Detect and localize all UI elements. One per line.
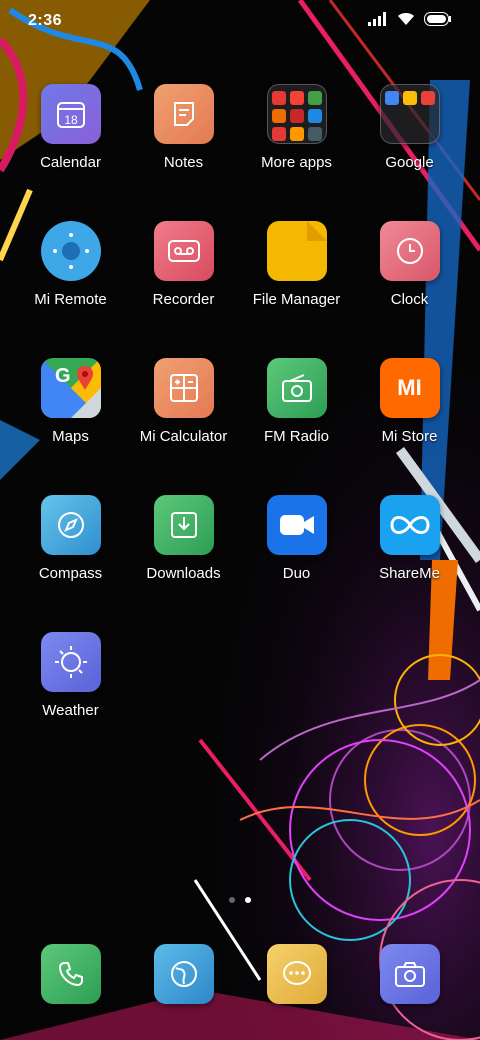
folder-more-apps[interactable]: More apps — [240, 84, 353, 171]
remote-icon — [40, 221, 101, 281]
mi-store-icon: MI — [379, 358, 440, 418]
dock-messages[interactable] — [240, 944, 353, 1004]
weather-icon — [40, 632, 101, 692]
status-time: 2:36 — [28, 12, 63, 29]
page-dot-active[interactable] — [245, 897, 251, 903]
app-label: Recorder — [152, 291, 215, 308]
duo-icon — [266, 495, 327, 555]
app-weather[interactable]: Weather — [14, 632, 127, 719]
app-mi-calculator[interactable]: Mi Calculator — [127, 358, 240, 445]
wifi-icon — [396, 12, 416, 31]
camera-icon — [379, 944, 440, 1004]
app-label: Mi Remote — [34, 291, 107, 308]
app-label: Weather — [42, 702, 99, 719]
app-file-manager[interactable]: File Manager — [240, 221, 353, 308]
app-label: Calendar — [40, 154, 101, 171]
dock-phone[interactable] — [14, 944, 127, 1004]
app-label: Mi Calculator — [139, 428, 228, 445]
dock-camera[interactable] — [353, 944, 466, 1004]
app-label: Mi Store — [381, 428, 438, 445]
app-notes[interactable]: Notes — [127, 84, 240, 171]
signal-icon — [368, 12, 388, 31]
app-label: FM Radio — [263, 428, 330, 445]
downloads-icon — [153, 495, 214, 555]
radio-icon — [266, 358, 327, 418]
app-label: ShareMe — [379, 565, 440, 582]
app-label: Duo — [282, 565, 311, 582]
app-label: Compass — [38, 565, 103, 582]
app-calendar[interactable]: 18 Calendar — [14, 84, 127, 171]
dock-browser[interactable] — [127, 944, 240, 1004]
status-bar: 2:36 — [0, 0, 480, 44]
app-label: Google — [385, 154, 434, 171]
messages-icon — [266, 944, 327, 1004]
clock-icon — [379, 221, 440, 281]
app-label: Maps — [52, 428, 89, 445]
app-shareme[interactable]: ShareMe — [353, 495, 466, 582]
app-compass[interactable]: Compass — [14, 495, 127, 582]
app-clock[interactable]: Clock — [353, 221, 466, 308]
app-recorder[interactable]: Recorder — [127, 221, 240, 308]
battery-icon — [424, 12, 452, 31]
app-mi-remote[interactable]: Mi Remote — [14, 221, 127, 308]
app-label: Clock — [390, 291, 429, 308]
folder-google[interactable]: Google — [353, 84, 466, 171]
app-mi-store[interactable]: MI Mi Store — [353, 358, 466, 445]
calendar-icon: 18 — [40, 84, 101, 144]
app-maps[interactable]: G Maps — [14, 358, 127, 445]
calculator-icon — [153, 358, 214, 418]
app-label: Notes — [163, 154, 204, 171]
mi-logo-text: MI — [397, 375, 422, 400]
calendar-day: 18 — [64, 113, 78, 127]
notes-icon — [153, 84, 214, 144]
app-duo[interactable]: Duo — [240, 495, 353, 582]
maps-icon: G — [40, 358, 101, 418]
shareme-icon — [379, 495, 440, 555]
app-label: File Manager — [252, 291, 341, 308]
app-label: Downloads — [146, 565, 221, 582]
app-downloads[interactable]: Downloads — [127, 495, 240, 582]
app-label: More apps — [261, 154, 332, 171]
phone-icon — [40, 944, 101, 1004]
app-fm-radio[interactable]: FM Radio — [240, 358, 353, 445]
page-indicator — [0, 897, 480, 903]
folder-icon — [379, 84, 440, 144]
compass-icon — [40, 495, 101, 555]
browser-icon — [153, 944, 214, 1004]
recorder-icon — [153, 221, 214, 281]
folder-icon — [266, 84, 327, 144]
maps-letter: G — [55, 365, 71, 387]
page-dot[interactable] — [229, 897, 235, 903]
folder-file-icon — [266, 221, 327, 281]
